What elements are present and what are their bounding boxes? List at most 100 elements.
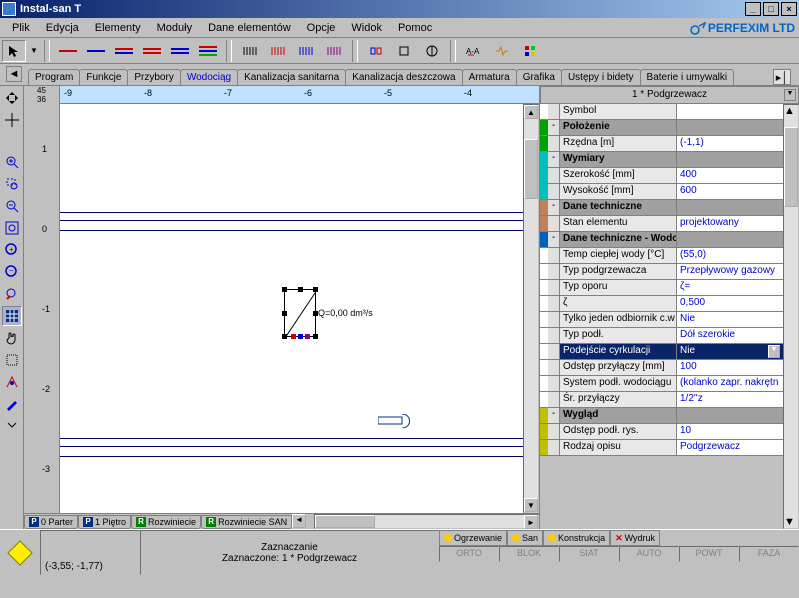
prop-row[interactable]: Podejście cyrkulacjiNie▼ <box>540 344 783 360</box>
podgrzewacz-element[interactable] <box>284 289 316 337</box>
tab-program[interactable]: Program <box>28 69 80 85</box>
lt-dotted[interactable] <box>2 350 22 370</box>
tabs-scroll-left[interactable]: ◄ <box>6 66 22 82</box>
menu-edycja[interactable]: Edycja <box>38 20 87 36</box>
lt-zoom-window[interactable] <box>2 174 22 194</box>
tool-symbol-3[interactable] <box>420 40 444 62</box>
tool-line-double-3[interactable] <box>168 40 192 62</box>
lt-zoom-in[interactable] <box>2 152 22 172</box>
menu-pomoc[interactable]: Pomoc <box>390 20 440 36</box>
prop-row[interactable]: Wysokość [mm]600 <box>540 184 783 200</box>
scroll-thumb[interactable] <box>524 139 538 199</box>
lt-table[interactable] <box>2 306 22 326</box>
tool-arrow[interactable] <box>2 40 26 62</box>
tab-funkcje[interactable]: Funkcje <box>79 69 128 85</box>
scroll-up[interactable]: ▲ <box>524 105 538 119</box>
prop-row[interactable]: ζ0,500 <box>540 296 783 312</box>
menu-plik[interactable]: Plik <box>4 20 38 36</box>
lt-cross[interactable] <box>2 110 22 130</box>
tool-section-1[interactable]: A-A <box>462 40 486 62</box>
lt-zoom-out[interactable] <box>2 196 22 216</box>
tab-przybory[interactable]: Przybory <box>127 69 180 85</box>
scroll-down[interactable]: ▼ <box>524 498 538 512</box>
prop-row[interactable]: Typ podgrzewaczaPrzepływowy gazowy <box>540 264 783 280</box>
layer-box[interactable]: POWT <box>679 546 739 562</box>
tool-radiator-3[interactable] <box>294 40 318 62</box>
close-button[interactable]: × <box>781 2 797 16</box>
sheet-tab[interactable]: P0 Parter <box>24 515 78 529</box>
prop-row[interactable]: Typ podł.Dół szerokie <box>540 328 783 344</box>
tab-baterie-i-umywalki[interactable]: Baterie i umywalki <box>640 69 735 85</box>
layer-box[interactable]: ORTO <box>439 546 499 562</box>
layer-box[interactable]: FAZA <box>739 546 799 562</box>
tool-radiator-2[interactable] <box>266 40 290 62</box>
tabs-scroll-right[interactable]: ▸│ <box>773 69 791 85</box>
minimize-button[interactable]: _ <box>745 2 761 16</box>
prop-row[interactable]: Szerokość [mm]400 <box>540 168 783 184</box>
prop-row[interactable]: Odstęp podł. rys.10 <box>540 424 783 440</box>
tab-ustępy-i-bidety[interactable]: Ustępy i bidety <box>561 69 641 85</box>
lt-shape[interactable] <box>2 372 22 392</box>
prop-row[interactable]: Temp ciepłej wody [°C](55,0) <box>540 248 783 264</box>
canvas-vscroll[interactable]: ▲ ▼ <box>523 104 539 513</box>
lt-zoom-undo[interactable] <box>2 284 22 304</box>
hscroll-left[interactable]: ◄ <box>292 514 306 528</box>
prop-row[interactable]: Symbol <box>540 104 783 120</box>
tool-line-double-1[interactable] <box>112 40 136 62</box>
layer-tab[interactable]: San <box>507 530 543 546</box>
tool-section-2[interactable] <box>490 40 514 62</box>
tab-wodociąg[interactable]: Wodociąg <box>180 69 238 85</box>
prop-row[interactable]: Odstęp przyłączy [mm]100 <box>540 360 783 376</box>
layer-box[interactable]: SIAT <box>559 546 619 562</box>
lt-pencil[interactable] <box>2 394 22 414</box>
tool-line-blue[interactable] <box>84 40 108 62</box>
prop-row[interactable]: Śr. przyłączy1/2''z <box>540 392 783 408</box>
tab-grafika[interactable]: Grafika <box>516 69 562 85</box>
canvas-hscroll[interactable]: ► <box>314 514 539 529</box>
menu-dane[interactable]: Dane elementów <box>200 20 299 36</box>
props-vscroll[interactable]: ▲ ▼ <box>783 104 799 529</box>
tab-armatura[interactable]: Armatura <box>462 69 517 85</box>
hscroll-right[interactable]: ► <box>524 515 538 529</box>
menu-moduly[interactable]: Moduły <box>149 20 200 36</box>
maximize-button[interactable]: □ <box>763 2 779 16</box>
tab-kanalizacja-sanitarna[interactable]: Kanalizacja sanitarna <box>237 69 346 85</box>
sheet-tab[interactable]: RRozwiniecie <box>131 515 201 529</box>
props-dropdown-icon[interactable]: ▼ <box>784 89 796 101</box>
floor-line <box>60 456 523 457</box>
prop-row[interactable]: Typ oporuζ= <box>540 280 783 296</box>
tool-line-double-2[interactable] <box>140 40 164 62</box>
menu-elementy[interactable]: Elementy <box>87 20 149 36</box>
tool-grid[interactable] <box>518 40 542 62</box>
tool-radiator-1[interactable] <box>238 40 262 62</box>
tool-symbol-1[interactable] <box>364 40 388 62</box>
drawing-canvas[interactable]: Q=0,00 dm³/s <box>60 104 523 513</box>
lt-zoom-plus[interactable]: + <box>2 240 22 260</box>
menu-widok[interactable]: Widok <box>343 20 390 36</box>
prop-row[interactable]: Tylko jeden odbiornik c.wNie <box>540 312 783 328</box>
lt-chevron[interactable] <box>2 416 22 436</box>
lt-hand[interactable] <box>2 328 22 348</box>
layer-tab[interactable]: Ogrzewanie <box>439 530 507 546</box>
layer-box[interactable]: AUTO <box>619 546 679 562</box>
hscroll-thumb[interactable] <box>315 515 375 528</box>
tool-line-triple[interactable] <box>196 40 220 62</box>
sheet-tab[interactable]: P1 Piętro <box>78 515 131 529</box>
lt-zoom-minus[interactable]: − <box>2 262 22 282</box>
props-title[interactable]: 1 * Podgrzewacz ▼ <box>540 86 799 104</box>
menu-opcje[interactable]: Opcje <box>299 20 344 36</box>
layer-tab[interactable]: Konstrukcja <box>543 530 610 546</box>
tab-kanalizacja-deszczowa[interactable]: Kanalizacja deszczowa <box>345 69 462 85</box>
prop-row[interactable]: System podł. wodociągu(kolanko zapr. nak… <box>540 376 783 392</box>
lt-arrows[interactable] <box>2 88 22 108</box>
prop-row[interactable]: Rzędna [m](-1,1) <box>540 136 783 152</box>
layer-tab[interactable]: ✕Wydruk <box>610 530 660 546</box>
lt-zoom-fit[interactable] <box>2 218 22 238</box>
tool-radiator-4[interactable] <box>322 40 346 62</box>
tool-symbol-2[interactable] <box>392 40 416 62</box>
layer-box[interactable]: BLOK <box>499 546 559 562</box>
prop-row[interactable]: Stan elementuprojektowany <box>540 216 783 232</box>
sheet-tab[interactable]: RRozwiniecie SAN <box>201 515 292 529</box>
prop-row[interactable]: Rodzaj opisuPodgrzewacz <box>540 440 783 456</box>
tool-line-red[interactable] <box>56 40 80 62</box>
